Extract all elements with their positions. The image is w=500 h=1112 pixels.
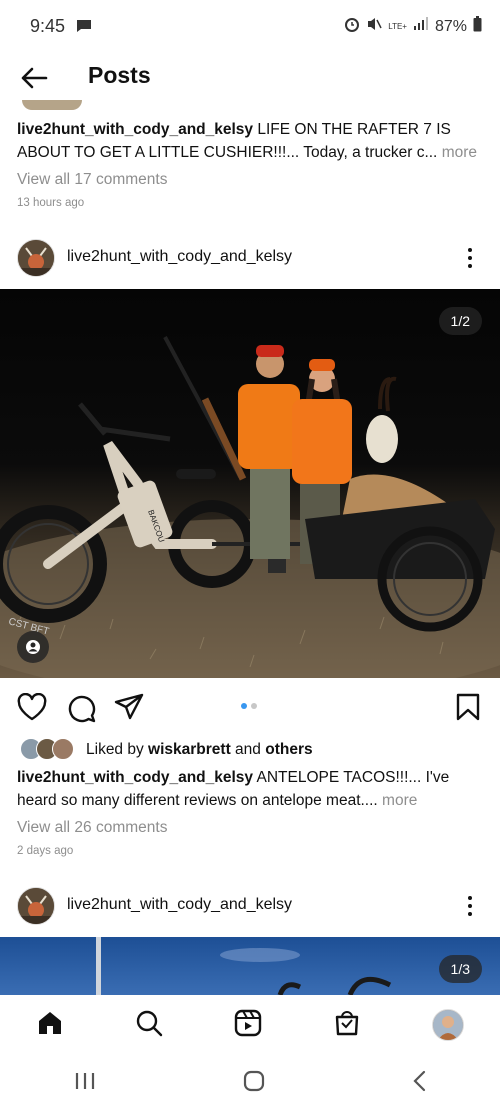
- mute-icon: [366, 16, 382, 37]
- caption-more-link[interactable]: more: [382, 792, 417, 809]
- post-caption[interactable]: live2hunt_with_cody_and_kelsy ANTELOPE T…: [17, 766, 487, 812]
- liked-avatars-partial: [22, 100, 82, 110]
- liked-by-and: and: [230, 741, 266, 758]
- shop-icon[interactable]: [333, 1009, 361, 1042]
- more-options-icon[interactable]: [460, 246, 480, 270]
- save-bookmark-icon[interactable]: [456, 693, 480, 726]
- liked-by-prefix: Liked by: [86, 741, 149, 758]
- network-label: LTE+: [388, 21, 407, 31]
- liked-by-avatars[interactable]: [20, 738, 78, 760]
- post-time: 13 hours ago: [17, 197, 85, 209]
- tagged-users-icon[interactable]: [17, 631, 49, 663]
- home-circle-icon[interactable]: [243, 1070, 265, 1097]
- status-bar: 9:45 LTE+ 87%: [0, 0, 500, 56]
- view-comments-link[interactable]: View all 26 comments: [17, 816, 167, 839]
- back-chevron-icon[interactable]: [412, 1070, 426, 1097]
- alarm-icon: [344, 16, 360, 37]
- post-author-avatar[interactable]: [17, 239, 55, 277]
- back-arrow-icon[interactable]: [18, 62, 50, 94]
- message-icon: [76, 19, 92, 38]
- battery-percent: 87%: [434, 17, 467, 35]
- post-author-username[interactable]: live2hunt_with_cody_and_kelsy: [67, 896, 292, 914]
- post-image[interactable]: 1/3: [0, 937, 500, 995]
- carousel-dot: [251, 703, 257, 709]
- more-options-icon[interactable]: [460, 894, 480, 918]
- share-send-icon[interactable]: [114, 693, 144, 726]
- search-icon[interactable]: [135, 1009, 163, 1042]
- page-title: Posts: [88, 62, 151, 88]
- recents-icon[interactable]: [74, 1071, 96, 1096]
- caption-username[interactable]: live2hunt_with_cody_and_kelsy: [17, 121, 253, 138]
- image-counter: 1/2: [438, 307, 482, 335]
- image-counter: 1/3: [438, 955, 482, 983]
- view-comments-link[interactable]: View all 17 comments: [17, 168, 167, 191]
- status-time: 9:45: [30, 16, 66, 36]
- reels-icon[interactable]: [234, 1009, 262, 1042]
- signal-icon: [413, 17, 429, 36]
- system-navigation-bar: [0, 1055, 500, 1112]
- liked-by-user[interactable]: wiskarbrett: [148, 741, 231, 758]
- top-app-bar: Posts: [0, 56, 500, 100]
- liker-avatar: [52, 738, 74, 760]
- battery-icon: [473, 16, 482, 37]
- caption-username[interactable]: live2hunt_with_cody_and_kelsy: [17, 769, 253, 786]
- home-icon[interactable]: [36, 1009, 64, 1042]
- profile-avatar[interactable]: [432, 1009, 465, 1041]
- status-right: LTE+ 87%: [344, 16, 482, 37]
- post-time: 2 days ago: [17, 845, 74, 857]
- carousel-dot-active: [241, 703, 247, 709]
- post-author-avatar[interactable]: [17, 887, 55, 925]
- like-heart-icon[interactable]: [17, 692, 47, 726]
- prev-post-caption[interactable]: live2hunt_with_cody_and_kelsy LIFE ON TH…: [17, 118, 487, 164]
- caption-more-link[interactable]: more: [442, 144, 477, 161]
- liked-by-text[interactable]: Liked by wiskarbrett and others: [86, 738, 313, 761]
- liked-by-others[interactable]: others: [265, 741, 312, 758]
- bottom-navigation: [0, 995, 500, 1055]
- comment-icon[interactable]: [66, 693, 96, 728]
- post-image[interactable]: CST BFT BAKCOU 1/2: [0, 289, 500, 678]
- carousel-indicator: [241, 703, 257, 709]
- post-author-username[interactable]: live2hunt_with_cody_and_kelsy: [67, 248, 292, 266]
